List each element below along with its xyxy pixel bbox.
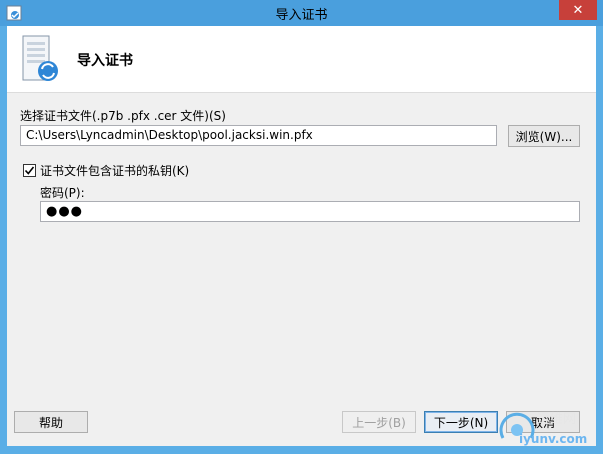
dialog-body: 导入证书 选择证书文件(.p7b .pfx .cer 文件)(S) C:\Use… [7, 26, 596, 446]
watermark-bottom-text: iyunv.com [519, 432, 588, 446]
watermark: 运维网 iyunv.com [497, 402, 601, 454]
title-bar: 导入证书 ✕ [0, 0, 603, 26]
back-button[interactable]: 上一步(B) [342, 411, 416, 433]
certificate-import-icon [22, 35, 58, 81]
password-field[interactable]: ●●● [40, 201, 580, 222]
close-icon: ✕ [572, 2, 584, 18]
certificate-app-icon [6, 5, 22, 21]
browse-button[interactable]: 浏览(W)... [508, 125, 580, 147]
private-key-checkbox[interactable] [23, 164, 36, 177]
checkmark-icon [24, 166, 35, 175]
close-button[interactable]: ✕ [559, 0, 597, 20]
dialog-heading: 导入证书 [77, 53, 133, 69]
next-button[interactable]: 下一步(N) [424, 411, 498, 433]
file-label: 选择证书文件(.p7b .pfx .cer 文件)(S) [20, 109, 226, 123]
certificate-path-input[interactable]: C:\Users\Lyncadmin\Desktop\pool.jacksi.w… [20, 125, 497, 146]
private-key-label: 证书文件包含证书的私钥(K) [40, 164, 190, 178]
password-label: 密码(P): [40, 186, 85, 200]
window-title: 导入证书 [275, 7, 328, 23]
help-button[interactable]: 帮助 [14, 411, 88, 433]
dialog-header: 导入证书 [7, 26, 596, 93]
watermark-top-text: 运维网 [537, 412, 577, 427]
